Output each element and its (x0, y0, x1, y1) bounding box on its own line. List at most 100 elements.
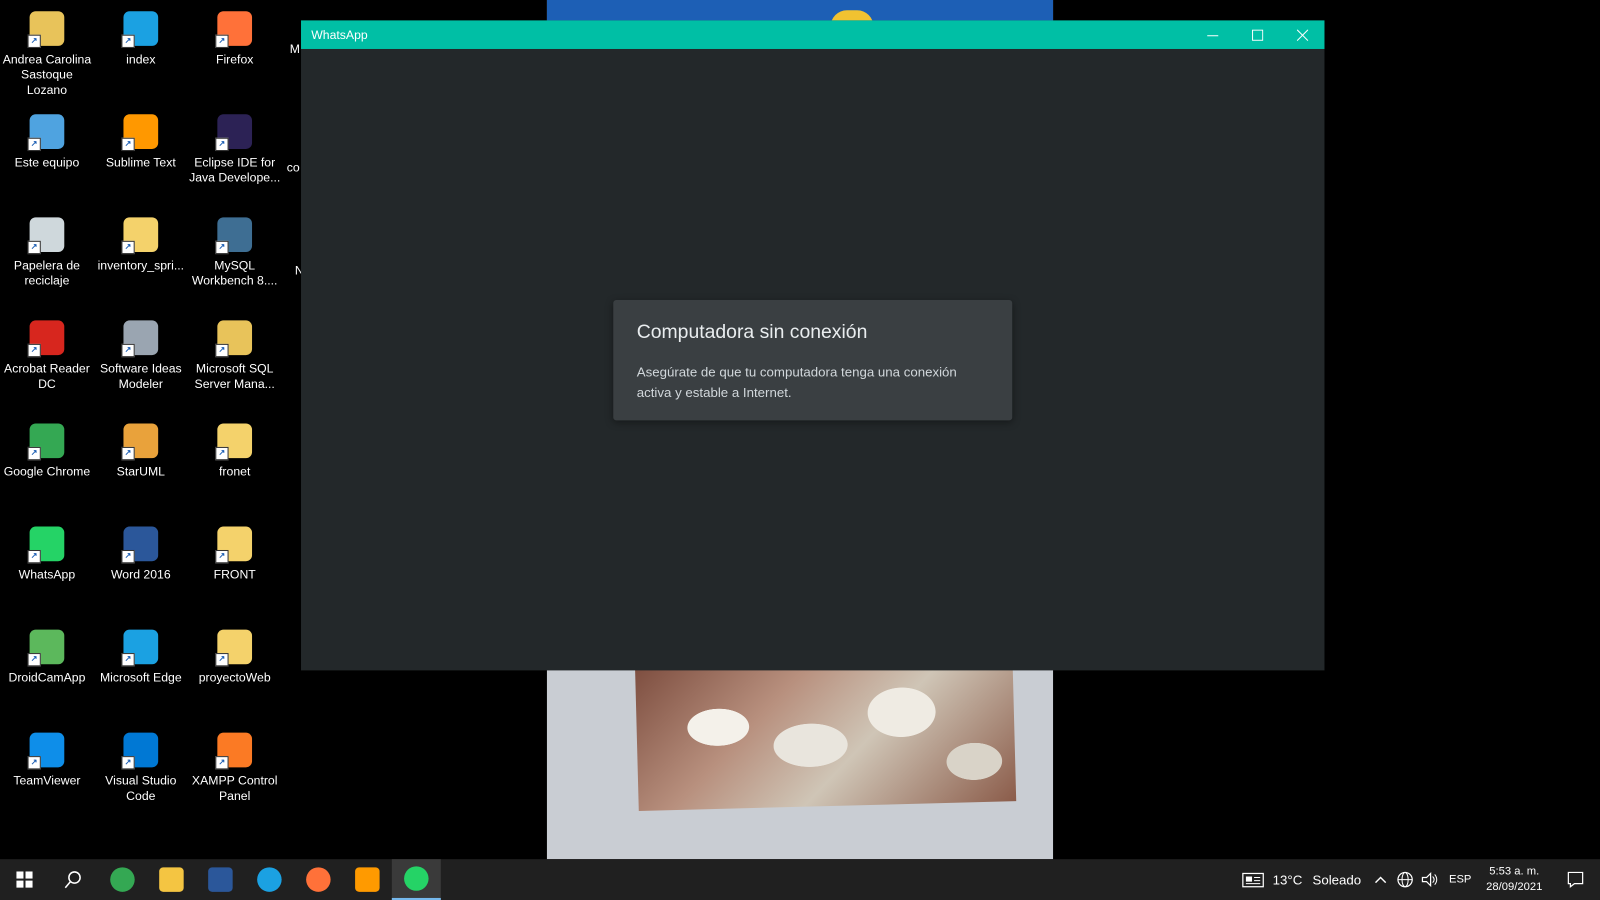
desktop-icon[interactable]: ↗ inventory_spri... (94, 211, 188, 273)
volume-icon[interactable] (1420, 870, 1438, 888)
chrome-icon: ↗ (27, 423, 65, 461)
desktop-icon-label: Acrobat Reader DC (4, 361, 90, 391)
minimize-icon (1206, 34, 1218, 36)
illustrator-icon (355, 867, 380, 892)
clock-time: 5:53 a. m. (1489, 865, 1540, 878)
desktop-icon[interactable]: ↗ Andrea Carolina Sastoque Lozano (0, 5, 94, 98)
desktop-icon-label: Google Chrome (3, 464, 91, 479)
news-widget-icon[interactable] (1242, 871, 1265, 888)
weather-temperature[interactable]: 13°C (1273, 872, 1303, 887)
folder-icon: ↗ (215, 629, 253, 667)
taskbar-illustrator-button[interactable] (343, 859, 392, 900)
firefox-icon: ↗ (215, 11, 253, 48)
desktop-icon-label: Andrea Carolina Sastoque Lozano (2, 52, 92, 97)
desktop-icon-label: XAMPP Control Panel (191, 773, 278, 804)
xampp-icon: ↗ (215, 732, 253, 770)
start-button[interactable] (0, 859, 49, 900)
notification-center-button[interactable] (1551, 859, 1600, 900)
computer-icon: ↗ (27, 114, 65, 152)
shortcut-arrow-icon: ↗ (121, 34, 135, 48)
desktop-icon-label: Papelera de reciclaje (13, 258, 80, 288)
desktop-icon[interactable]: ↗ Sublime Text (94, 108, 188, 170)
desktop-icon-label: MySQL Workbench 8.... (191, 258, 278, 288)
window-titlebar[interactable]: WhatsApp (301, 20, 1325, 49)
shortcut-arrow-icon: ↗ (121, 343, 135, 358)
desktop-icon-label: inventory_spri... (97, 258, 185, 273)
desktop-icon[interactable]: ↗ Visual Studio Code (94, 727, 188, 805)
desktop-icon[interactable]: ↗ XAMPP Control Panel (188, 727, 282, 805)
sublime-icon: ↗ (121, 114, 159, 152)
shortcut-arrow-icon: ↗ (121, 756, 135, 770)
clock[interactable]: 5:53 a. m. 28/09/2021 (1478, 864, 1551, 895)
edge-icon: ↗ (121, 629, 159, 667)
minimize-button[interactable] (1190, 20, 1235, 49)
taskbar-whatsapp-button[interactable] (391, 859, 441, 900)
desktop-icon[interactable]: ↗ Acrobat Reader DC (0, 314, 94, 392)
taskbar-edge-button[interactable] (245, 859, 294, 900)
search-button[interactable] (49, 859, 98, 900)
offline-message: Asegúrate de que tu computadora tenga un… (636, 364, 957, 400)
taskbar-explorer-button[interactable] (147, 859, 196, 900)
desktop-icon[interactable]: ↗ TeamViewer (0, 727, 94, 789)
desktop-icon-label: TeamViewer (13, 773, 81, 788)
desktop-icon-label: StarUML (116, 464, 165, 479)
desktop-icon[interactable]: ↗ StarUML (94, 417, 188, 479)
desktop-icon[interactable]: ↗ Papelera de reciclaje (0, 211, 94, 289)
chrome-icon (110, 867, 135, 892)
shortcut-arrow-icon: ↗ (121, 240, 135, 255)
taskbar-chrome-button[interactable] (98, 859, 147, 900)
taskbar-word-button[interactable] (196, 859, 245, 900)
shortcut-arrow-icon: ↗ (27, 446, 41, 461)
whatsapp-icon: ↗ (27, 526, 65, 564)
desktop-icon[interactable]: ↗ Microsoft Edge (94, 623, 188, 685)
desktop-icon[interactable]: ↗ MySQL Workbench 8.... (188, 211, 282, 289)
whatsapp-icon (404, 866, 429, 891)
shortcut-arrow-icon: ↗ (215, 240, 229, 255)
whatsapp-window: WhatsApp Computadora sin conexión Asegúr… (301, 20, 1325, 671)
user-folder-icon: ↗ (27, 11, 65, 48)
folder-icon (159, 867, 184, 892)
desktop-icon[interactable]: ↗ Firefox (188, 5, 282, 67)
desktop-icon-label: proyectoWeb (198, 670, 271, 685)
chevron-up-icon[interactable] (1373, 874, 1387, 884)
shortcut-arrow-icon: ↗ (215, 137, 229, 152)
desktop-icon[interactable]: ↗ index (94, 5, 188, 67)
offline-heading: Computadora sin conexión (636, 321, 868, 343)
background-window-header (546, 0, 1054, 27)
shortcut-arrow-icon: ↗ (27, 137, 41, 152)
shortcut-arrow-icon: ↗ (215, 756, 229, 770)
desktop-icon[interactable]: ↗ Software Ideas Modeler (94, 314, 188, 392)
desktop-icon[interactable]: ↗ fronet (188, 417, 282, 479)
shortcut-arrow-icon: ↗ (121, 549, 135, 564)
clock-date: 28/09/2021 (1486, 880, 1543, 893)
network-icon[interactable] (1396, 870, 1414, 888)
shortcut-arrow-icon: ↗ (121, 446, 135, 461)
desktop-icon[interactable]: ↗ Microsoft SQL Server Mana... (188, 314, 282, 392)
desktop-icon-label: Sublime Text (105, 155, 176, 170)
mysql-icon: ↗ (215, 217, 253, 255)
taskbar-apps (98, 859, 441, 900)
droidcam-icon: ↗ (27, 629, 65, 667)
desktop-icon[interactable]: ↗ Eclipse IDE for Java Develope... (188, 108, 282, 186)
desktop-icon-label: Software Ideas Modeler (99, 361, 182, 391)
language-indicator[interactable]: ESP (1449, 873, 1471, 885)
desktop-icon[interactable]: ↗ WhatsApp (0, 520, 94, 582)
folder-icon: ↗ (121, 217, 159, 255)
desktop-icon[interactable]: ↗ FRONT (188, 520, 282, 582)
weather-condition[interactable]: Soleado (1313, 872, 1362, 887)
eclipse-icon: ↗ (215, 114, 253, 152)
system-tray: 13°C Soleado ESP 5:53 a. m. 28/09/2021 (1242, 859, 1600, 900)
desktop-icon[interactable]: ↗ DroidCamApp (0, 623, 94, 685)
desktop-icon[interactable]: ↗ Word 2016 (94, 520, 188, 582)
desktop-icon[interactable]: ↗ Este equipo (0, 108, 94, 170)
shortcut-arrow-icon: ↗ (27, 549, 41, 564)
desktop-icon[interactable]: ↗ proyectoWeb (188, 623, 282, 685)
maximize-button[interactable] (1235, 20, 1280, 49)
close-button[interactable] (1280, 20, 1325, 49)
desktop-icon-label: Microsoft SQL Server Mana... (194, 361, 275, 391)
close-icon (1296, 29, 1308, 41)
taskbar-firefox-button[interactable] (294, 859, 343, 900)
firefox-icon (306, 867, 331, 892)
notification-icon (1567, 871, 1584, 888)
desktop-icon[interactable]: ↗ Google Chrome (0, 417, 94, 479)
